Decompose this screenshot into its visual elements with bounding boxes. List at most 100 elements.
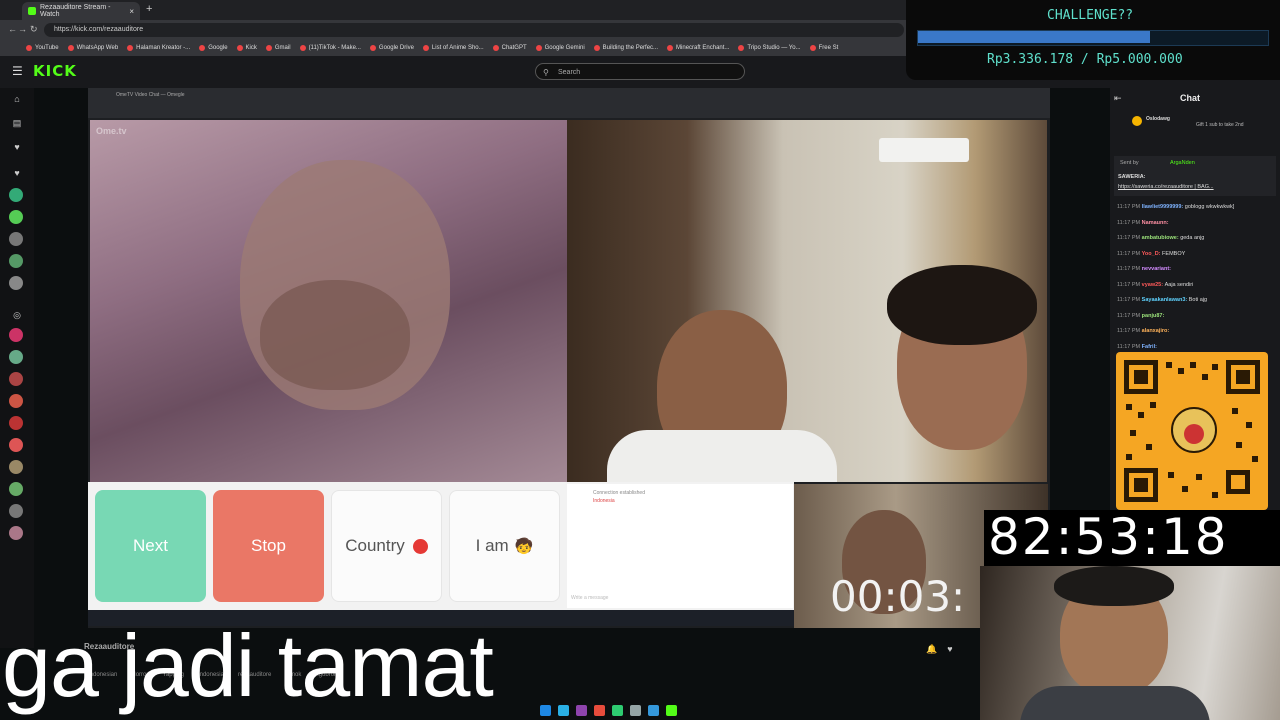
browse-icon[interactable]: ▤	[10, 118, 24, 129]
chat-message-text: FEMBOY	[1162, 250, 1186, 257]
bookmark-favicon-icon	[369, 45, 376, 51]
pinned-message[interactable]: Sent by ArgaNden SAWERIA: https://saweri…	[1114, 156, 1276, 196]
kick-app-icon[interactable]	[666, 704, 677, 716]
bookmark-item[interactable]: List of Anime Sho...	[422, 45, 484, 51]
avatar[interactable]	[9, 372, 23, 386]
bookmark-item[interactable]: WhatsApp Web	[67, 45, 118, 51]
app-icon[interactable]	[648, 704, 659, 716]
avatar[interactable]	[9, 210, 23, 224]
gender-button[interactable]: I am 🧒	[449, 490, 560, 602]
chat-message-user[interactable]: Fafril:	[1142, 344, 1157, 350]
gift-banner[interactable]: Oslodawg Gift 1 sub to take 2nd	[1114, 114, 1276, 142]
avatar[interactable]	[9, 350, 23, 364]
home-icon[interactable]: ⌂	[10, 94, 24, 104]
close-tab-icon[interactable]: ×	[129, 7, 134, 16]
chat-message-user[interactable]: Sayaakanlawan3:	[1142, 297, 1189, 303]
omegle-window-title: OmeTV Video Chat — Omegle	[116, 92, 185, 98]
country-button[interactable]: Country	[331, 490, 442, 602]
bookmark-label: Kick	[245, 45, 257, 51]
bookmark-item[interactable]: Google Gemini	[535, 45, 585, 51]
back-icon[interactable]: ←	[8, 24, 17, 34]
forward-icon[interactable]: →	[18, 24, 27, 34]
person-hair	[887, 265, 1037, 345]
bookmark-item[interactable]: Gmail	[265, 45, 291, 51]
gift-text: Gift 1 sub to take 2nd	[1196, 122, 1244, 128]
bookmark-favicon-icon	[667, 45, 674, 51]
streamer-hair	[1054, 566, 1174, 606]
browser-tab[interactable]: Rezaauditore Stream - Watch ×	[22, 2, 140, 20]
avatar[interactable]	[9, 526, 23, 540]
chat-message-user[interactable]: panju87:	[1142, 313, 1165, 319]
app-icon[interactable]	[576, 704, 587, 716]
bookmark-label: Tripo Studio — Yo...	[747, 45, 801, 51]
chat-message-input[interactable]: Write a message	[571, 595, 608, 601]
search-input[interactable]: ⚲ Search	[535, 63, 745, 80]
avatar[interactable]	[9, 254, 23, 268]
chat-message: 11:17 PM ambatubiowe: geda anjg	[1117, 235, 1204, 241]
avatar[interactable]	[9, 232, 23, 246]
chat-message-user[interactable]: vyaw25:	[1142, 282, 1165, 288]
follow-heart-icon[interactable]: ♥	[947, 644, 952, 655]
avatar[interactable]	[9, 188, 23, 202]
stop-button[interactable]: Stop	[213, 490, 324, 602]
chat-message: 11:17 PM Yoo_D: FEMBOY	[1117, 251, 1185, 257]
bookmark-item[interactable]: Free St	[809, 45, 838, 51]
bookmark-item[interactable]: Building the Perfec...	[593, 45, 658, 51]
chat-message-user[interactable]: ambatubiowe:	[1142, 235, 1181, 241]
collapse-chat-icon[interactable]: ⇤	[1114, 93, 1122, 104]
windows-start-icon[interactable]	[540, 704, 551, 716]
pinned-link[interactable]: https://saweria.co/rezaauditore | BAG...	[1118, 184, 1214, 190]
search-placeholder: Search	[558, 69, 581, 76]
chat-message-user[interactable]: Namaunn:	[1142, 220, 1169, 226]
bookmark-favicon-icon	[67, 45, 74, 51]
url-field[interactable]: https://kick.com/rezaauditore	[44, 23, 904, 37]
bookmark-item[interactable]: Minecraft Enchant...	[667, 45, 729, 51]
chat-message-user[interactable]: Yoo_D:	[1142, 251, 1162, 257]
pinned-user: ArgaNden	[1170, 160, 1195, 166]
avatar[interactable]	[9, 416, 23, 430]
avatar[interactable]	[9, 394, 23, 408]
bookmark-item[interactable]: (11)TikTok - Make...	[299, 45, 361, 51]
kick-logo[interactable]: KICK	[33, 62, 77, 80]
pinned-sender-label: Sent by	[1120, 160, 1139, 166]
saweria-qr-code[interactable]	[1116, 352, 1268, 510]
bookmark-favicon-icon	[299, 45, 306, 51]
chat-message: 11:17 PM panju87:	[1117, 313, 1164, 319]
chat-status: Connection established	[593, 490, 645, 496]
chat-message-user[interactable]: nevvariant:	[1142, 266, 1171, 272]
edge-icon[interactable]	[558, 704, 569, 716]
gift-badge-icon	[1132, 116, 1142, 126]
bookmark-item[interactable]: YouTube	[26, 45, 59, 51]
chat-message-time: 11:17 PM	[1117, 250, 1142, 257]
following-heart-icon[interactable]: ♥	[10, 142, 24, 152]
avatar[interactable]	[9, 504, 23, 518]
bookmark-item[interactable]: Google	[199, 45, 228, 51]
avatar[interactable]	[9, 328, 23, 342]
notification-bell-icon[interactable]: 🔔	[926, 644, 937, 655]
bookmark-item[interactable]: Halaman Kreator -...	[127, 45, 190, 51]
reload-icon[interactable]: ↻	[30, 24, 38, 35]
play-icon[interactable]	[612, 704, 623, 716]
brave-icon[interactable]	[594, 704, 605, 716]
avatar[interactable]	[9, 438, 23, 452]
menu-icon[interactable]: ☰	[12, 64, 23, 78]
app-icon[interactable]	[630, 704, 641, 716]
next-button[interactable]: Next	[95, 490, 206, 602]
bookmark-item[interactable]: Tripo Studio — Yo...	[738, 45, 801, 51]
bookmark-favicon-icon	[809, 45, 816, 51]
chat-message-user[interactable]: llawliet9999999:	[1142, 204, 1185, 210]
omegle-chat-box[interactable]: Connection established Indonesia Write a…	[567, 484, 793, 608]
chat-message: 11:17 PM vyaw25: Aaja sendiri	[1117, 282, 1193, 288]
streamer-webcam	[980, 566, 1280, 720]
chat-message-user[interactable]: alanxajiro:	[1142, 328, 1170, 334]
avatar[interactable]	[9, 460, 23, 474]
bookmark-item[interactable]: Kick	[236, 45, 257, 51]
bookmark-item[interactable]: Google Drive	[369, 45, 414, 51]
bookmark-item[interactable]: ChatGPT	[492, 45, 527, 51]
avatar[interactable]	[9, 276, 23, 290]
kick-favicon-icon	[28, 7, 36, 15]
new-tab-button[interactable]: +	[146, 3, 152, 15]
avatar[interactable]	[9, 482, 23, 496]
following-heart-icon-2[interactable]: ♥	[10, 168, 24, 178]
chat-message-text: Aaja sendiri	[1164, 281, 1194, 288]
